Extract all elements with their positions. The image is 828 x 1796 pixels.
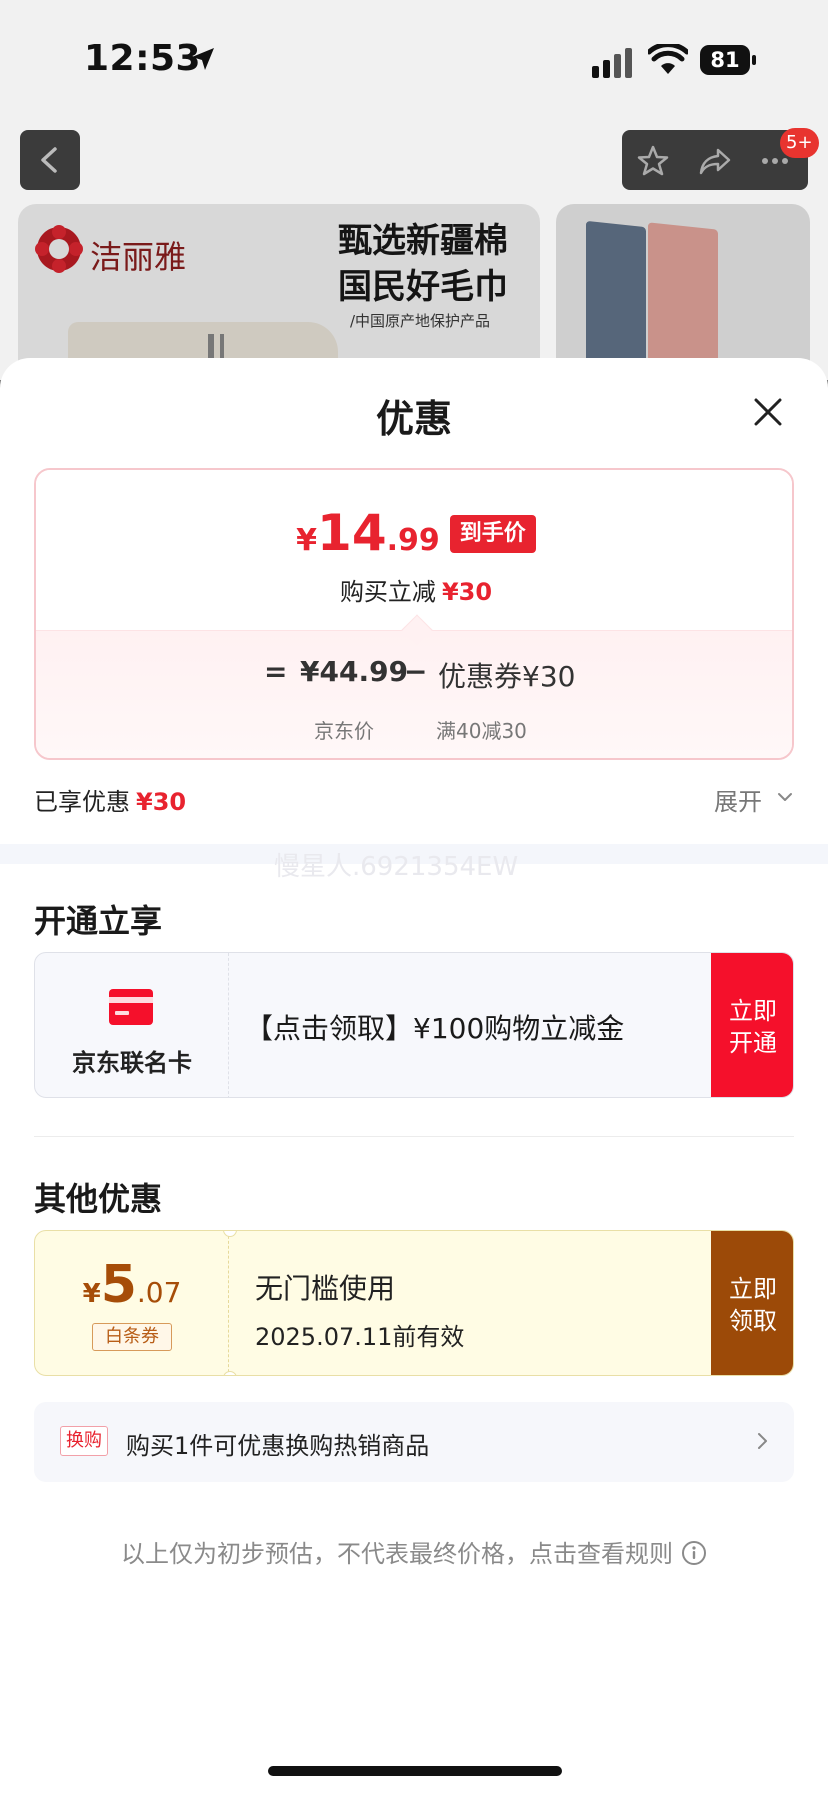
coupon-decimal: .07 [136, 1276, 182, 1309]
baitiao-coupon[interactable]: ¥5.07 白条券 无门槛使用 2025.07.11前有效 立即 领取 [34, 1230, 794, 1376]
battery-icon: 81 [700, 45, 756, 75]
enjoyed-discount: 已享优惠 ¥30 [34, 782, 186, 817]
instant-reduce-label: 购买立减 [339, 578, 436, 606]
status-bar: 12:53 81 [0, 0, 828, 120]
back-icon [41, 147, 57, 173]
claim-button-line2: 领取 [729, 1307, 777, 1335]
brand-name: 洁丽雅 [90, 238, 187, 276]
share-icon[interactable] [698, 144, 732, 178]
separator [34, 1136, 794, 1137]
close-icon[interactable] [750, 394, 786, 430]
banner-title-line1: 甄选新疆棉 [338, 221, 508, 261]
status-time: 12:53 [84, 38, 202, 79]
coupon-notch-bottom [223, 1371, 237, 1375]
swap-text: 购买1件可优惠换购热销商品 [126, 1432, 430, 1460]
card-name: 京东联名卡 [72, 1049, 192, 1077]
claim-button-line1: 立即 [729, 1275, 777, 1303]
towel-pink [648, 222, 718, 380]
formula-equals: = [264, 655, 288, 688]
coupon-type-badge: 白条券 [92, 1323, 172, 1351]
chevron-down-icon[interactable] [776, 788, 794, 806]
open-card-button-line1: 立即 [729, 997, 777, 1025]
wifi-icon [648, 44, 688, 74]
disclaimer-text: 以上仅为初步预估，不代表最终价格，点击查看规则 [121, 1540, 673, 1568]
coupon-currency: ¥ [82, 1279, 101, 1309]
enjoyed-label: 已享优惠 [34, 788, 130, 816]
coupon-left: ¥5.07 白条券 [35, 1231, 229, 1375]
credit-card-icon [109, 989, 153, 1025]
open-section-title: 开通立享 [34, 902, 163, 940]
price-currency: ¥ [296, 523, 318, 558]
open-card-button-line2: 开通 [729, 1029, 777, 1057]
card-offer-text: 【点击领取】¥100购物立减金 [245, 1012, 625, 1045]
coupon-condition: 满40减30 [436, 719, 527, 743]
price-integer: 14 [317, 504, 387, 562]
instant-reduce-amount: ¥30 [441, 578, 493, 606]
signal-icon [592, 48, 632, 78]
price-formula-section: = ¥44.99 − 优惠券¥30 京东价 满40减30 [36, 614, 792, 758]
message-badge: 5+ [780, 128, 819, 158]
formula-minus: − [404, 655, 428, 688]
star-icon[interactable] [636, 144, 670, 178]
coupon-deduction: 优惠券¥30 [438, 660, 576, 693]
coupon-integer: 5 [100, 1255, 137, 1315]
coupon-amount: ¥5.07 [35, 1255, 229, 1315]
watermark: 慢星人.6921354EW [274, 852, 519, 882]
base-price-label: 京东价 [314, 719, 374, 743]
disclaimer[interactable]: 以上仅为初步预估，不代表最终价格，点击查看规则 [0, 1534, 828, 1569]
home-indicator [268, 1766, 562, 1776]
swap-tag: 换购 [60, 1426, 108, 1456]
swap-offer-row[interactable]: 换购 购买1件可优惠换购热销商品 [34, 1402, 794, 1482]
battery-level: 81 [710, 48, 740, 72]
other-section-title: 其他优惠 [34, 1180, 163, 1218]
discount-sheet: 优惠 ¥14.99 到手价 购买立减 ¥30 = ¥44.99 − 优惠券¥30 京… [0, 358, 828, 1796]
brand-logo-icon [35, 225, 83, 273]
coupon-title: 无门槛使用 [255, 1272, 396, 1305]
towel-blue [586, 220, 646, 378]
banner-title-line2: 国民好毛巾 [338, 267, 508, 307]
expand-button[interactable]: 展开 [714, 782, 762, 817]
card-offer-left: 京东联名卡 [35, 953, 229, 1097]
banner-title: 甄选新疆棉 国民好毛巾 [338, 218, 508, 310]
final-price-section: ¥14.99 到手价 购买立减 ¥30 [36, 470, 792, 630]
instant-reduce: 购买立减 ¥30 [36, 572, 792, 607]
sheet-title: 优惠 [375, 397, 452, 441]
final-price-tag: 到手价 [449, 515, 536, 553]
cobrand-card-offer[interactable]: 京东联名卡 【点击领取】¥100购物立减金 立即 开通 [34, 952, 794, 1098]
enjoyed-amount: ¥30 [136, 788, 187, 816]
price-breakdown-card: ¥14.99 到手价 购买立减 ¥30 = ¥44.99 − 优惠券¥30 京东价 … [34, 468, 794, 760]
coupon-valid-date: 2025.07.11前有效 [255, 1323, 465, 1351]
final-price: ¥14.99 到手价 [36, 504, 792, 562]
open-card-button[interactable]: 立即 开通 [711, 953, 793, 1097]
info-icon[interactable] [681, 1540, 707, 1566]
base-price: ¥44.99 [300, 655, 409, 688]
chevron-right-icon [758, 1433, 767, 1449]
price-decimal: .99 [386, 523, 440, 558]
claim-coupon-button[interactable]: 立即 领取 [711, 1231, 793, 1375]
banner-subtitle: /中国原产地保护产品 [350, 312, 491, 330]
back-button[interactable] [20, 130, 80, 190]
location-arrow-icon [192, 48, 214, 70]
battery-tip [752, 55, 756, 65]
